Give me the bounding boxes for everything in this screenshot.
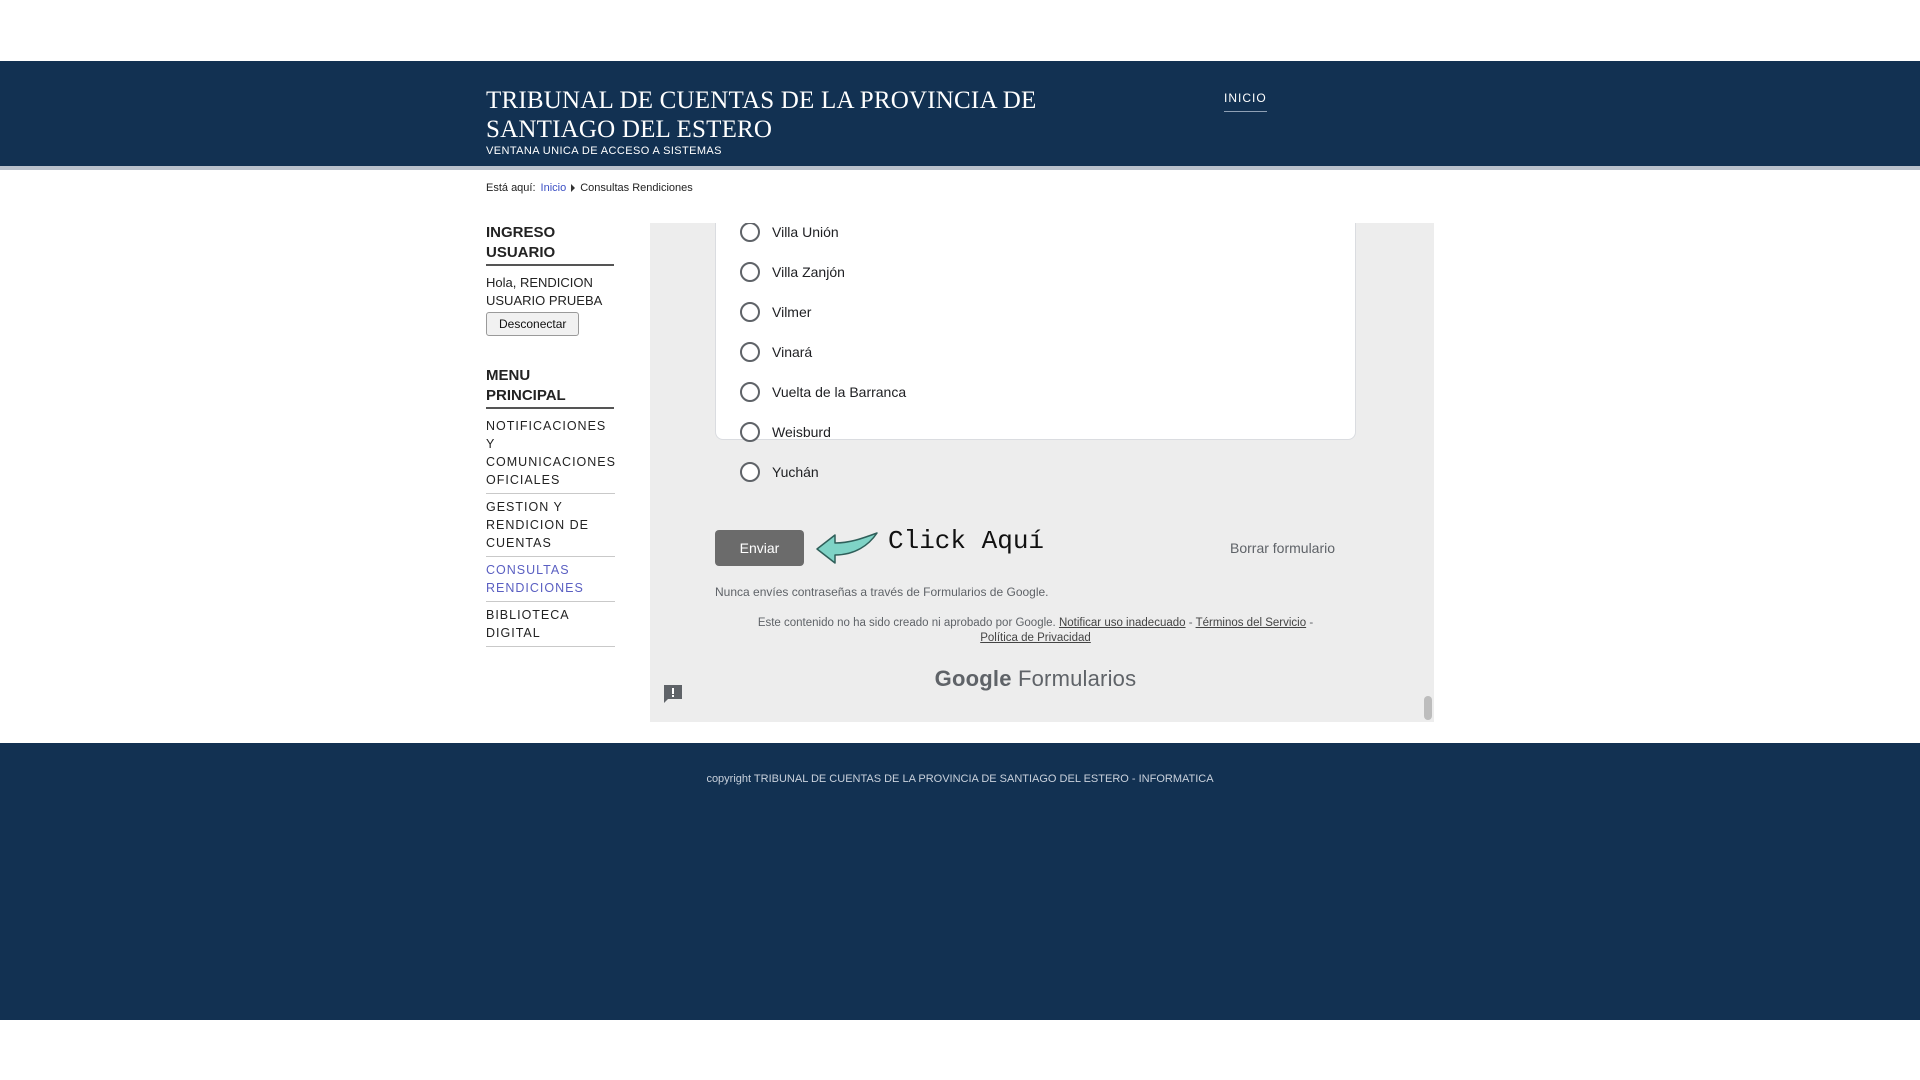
breadcrumb-separator-icon	[571, 184, 576, 192]
option-label: Vuelta de la Barranca	[772, 384, 907, 400]
radio-option-weisburd[interactable]: Weisburd	[740, 422, 831, 442]
menu-item-gestion-rendicion[interactable]: GESTION Y RENDICION DE CUENTAS	[486, 494, 615, 557]
radio-button[interactable]	[740, 302, 760, 322]
menu-item-consultas-rendiciones[interactable]: CONSULTAS RENDICIONES	[486, 557, 615, 602]
site-title: TRIBUNAL DE CUENTAS DE LA PROVINCIA DE S…	[486, 87, 1037, 143]
breadcrumb-home-link[interactable]: Inicio	[541, 182, 567, 194]
disclaimer-text: Este contenido no ha sido creado ni apro…	[757, 617, 1056, 629]
user-greeting: Hola, RENDICION USUARIO PRUEBA	[486, 275, 603, 308]
logout-button[interactable]: Desconectar	[486, 312, 580, 336]
google-forms-logo[interactable]: Google Formularios	[650, 666, 1421, 692]
menu-item-biblioteca-digital[interactable]: BIBLIOTECA DIGITAL	[486, 602, 615, 647]
logo-google: Google	[934, 666, 1012, 691]
radio-button[interactable]	[740, 342, 760, 362]
report-abuse-link[interactable]: Notificar uso inadecuado	[1059, 617, 1186, 629]
click-here-hint: Click Aquí	[888, 526, 1045, 556]
clear-form-link[interactable]: Borrar formulario	[1230, 540, 1335, 556]
radio-button[interactable]	[740, 462, 760, 482]
breadcrumb: Está aquí: Inicio Consultas Rendiciones	[486, 182, 693, 194]
scrollbar[interactable]	[1422, 223, 1434, 722]
radio-button[interactable]	[740, 382, 760, 402]
terms-link[interactable]: Términos del Servicio	[1196, 617, 1307, 629]
radio-button[interactable]	[740, 262, 760, 282]
radio-option-vilmer[interactable]: Vilmer	[740, 302, 811, 322]
radio-button[interactable]	[740, 223, 760, 242]
password-notice: Nunca envíes contraseñas a través de For…	[715, 585, 1049, 599]
login-heading: INGRESO USUARIO	[486, 223, 614, 266]
arrow-left-icon	[816, 532, 878, 564]
privacy-link[interactable]: Política de Privacidad	[980, 632, 1091, 644]
google-disclaimer: Este contenido no ha sido creado ni apro…	[757, 617, 1314, 644]
radio-option-vinara[interactable]: Vinará	[740, 342, 812, 362]
feedback-icon[interactable]	[662, 684, 684, 704]
site-subtitle: VENTANA UNICA DE ACCESO A SISTEMAS	[486, 145, 722, 157]
radio-option-villa-union[interactable]: Villa Unión	[740, 223, 839, 242]
sidebar: INGRESO USUARIO Hola, RENDICION USUARIO …	[486, 223, 616, 647]
scrollbar-thumb[interactable]	[1424, 696, 1432, 720]
option-label: Yuchán	[772, 464, 819, 480]
menu-heading: MENU PRINCIPAL	[486, 366, 614, 409]
radio-option-villa-zanjon[interactable]: Villa Zanjón	[740, 262, 845, 282]
radio-option-yuchan[interactable]: Yuchán	[740, 462, 819, 482]
option-label: Villa Unión	[772, 224, 839, 240]
option-label: Vinará	[772, 344, 813, 360]
radio-button[interactable]	[740, 422, 760, 442]
menu-item-notificaciones[interactable]: NOTIFICACIONES Y COMUNICACIONES OFICIALE…	[486, 413, 615, 494]
breadcrumb-current: Consultas Rendiciones	[580, 182, 693, 194]
option-label: Weisburd	[772, 424, 831, 440]
submit-button[interactable]: Enviar	[715, 530, 804, 566]
nav-inicio-link[interactable]: INICIO	[1224, 91, 1267, 112]
option-label: Villa Zanjón	[772, 264, 845, 280]
radio-option-vuelta-de-la-barranca[interactable]: Vuelta de la Barranca	[740, 382, 906, 402]
breadcrumb-prefix: Está aquí:	[486, 182, 536, 194]
logo-forms: Formularios	[1017, 666, 1137, 691]
embedded-form-frame: Villa Unión Villa Zanjón Vilmer Vinará V…	[650, 223, 1434, 722]
option-label: Vilmer	[772, 304, 812, 320]
options-card: Villa Unión Villa Zanjón Vilmer Vinará V…	[715, 223, 1356, 482]
header-divider	[0, 166, 1920, 170]
footer-copyright: copyright TRIBUNAL DE CUENTAS DE LA PROV…	[706, 773, 1214, 785]
main-menu: NOTIFICACIONES Y COMUNICACIONES OFICIALE…	[486, 413, 616, 647]
